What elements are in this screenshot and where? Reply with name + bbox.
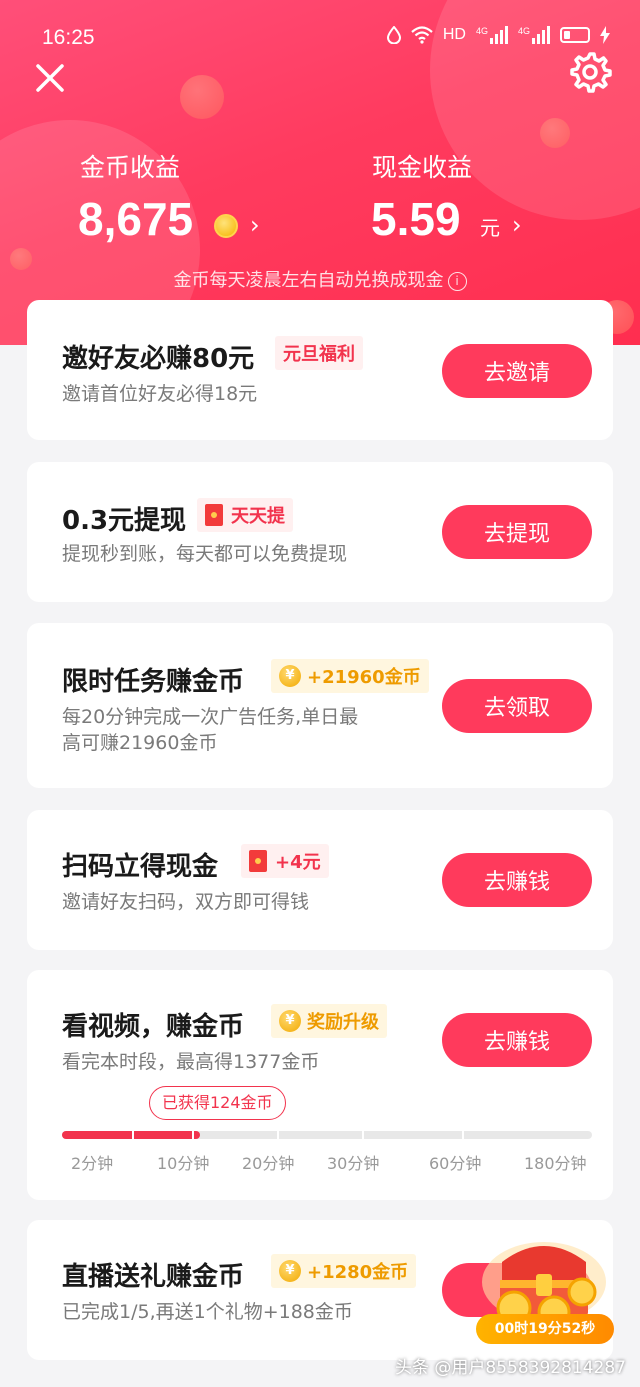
earned-coins-badge: 已获得124金币 xyxy=(149,1086,286,1120)
task-subtitle-line1: 每20分钟完成一次广告任务,单日最 xyxy=(62,706,359,728)
task-card-scan: 扫码立得现金 +4元 邀请好友扫码，双方即可得钱 去赚钱 xyxy=(27,810,613,950)
video-progress-bar xyxy=(62,1131,592,1139)
task-subtitle: 已完成1/5,再送1个礼物+188金币 xyxy=(62,1301,353,1323)
progress-label: 180分钟 xyxy=(524,1154,587,1173)
exchange-note: 金币每天凌晨左右自动兑换成现金 i xyxy=(0,266,640,292)
info-icon[interactable]: i xyxy=(447,271,467,291)
cash-earnings-value[interactable]: 5.59 xyxy=(371,192,461,246)
wifi-icon xyxy=(411,26,433,44)
coin-icon: ¥ xyxy=(279,665,301,687)
gear-icon xyxy=(570,52,612,93)
progress-label: 10分钟 xyxy=(157,1154,210,1173)
task-subtitle: 看完本时段，最高得1377金币 xyxy=(62,1051,320,1073)
coin-icon xyxy=(214,214,238,238)
task-card-withdraw: 0.3元提现 天天提 提现秒到账，每天都可以免费提现 去提现 xyxy=(27,462,613,602)
video-progress-fill xyxy=(62,1131,200,1139)
cash-earnings-label: 现金收益 xyxy=(372,153,473,182)
coin-earnings-value[interactable]: 8,675 xyxy=(78,192,193,246)
task-title: 限时任务赚金币 xyxy=(62,667,245,697)
watch-video-button[interactable]: 去赚钱 xyxy=(442,1013,592,1067)
task-title: 扫码立得现金 xyxy=(62,852,219,882)
task-tag: 天天提 xyxy=(197,498,293,532)
status-icons: HD 4G 4G xyxy=(386,26,610,44)
invite-button[interactable]: 去邀请 xyxy=(442,344,592,398)
chest-countdown: 00时19分52秒 xyxy=(476,1314,614,1344)
red-envelope-icon xyxy=(205,504,223,526)
task-subtitle-line2: 高可赚21960金币 xyxy=(62,732,218,754)
claim-button[interactable]: 去领取 xyxy=(442,679,592,733)
signal-icon: 4G xyxy=(476,26,508,44)
task-card-limited: 限时任务赚金币 ¥ +21960金币 每20分钟完成一次广告任务,单日最 高可赚2… xyxy=(27,623,613,788)
progress-tick xyxy=(277,1131,279,1139)
data-saver-icon xyxy=(386,26,401,44)
progress-label: 30分钟 xyxy=(327,1154,380,1173)
chevron-right-icon[interactable]: › xyxy=(512,211,522,239)
progress-label: 60分钟 xyxy=(429,1154,482,1173)
close-button[interactable] xyxy=(30,58,70,98)
task-title: 邀好友必赚80元 xyxy=(62,344,255,374)
task-tag-label: +4元 xyxy=(275,852,321,873)
red-envelope-icon xyxy=(249,850,267,872)
progress-label: 20分钟 xyxy=(242,1154,295,1173)
progress-tick xyxy=(362,1131,364,1139)
task-tag: 元旦福利 xyxy=(275,336,363,370)
close-icon xyxy=(36,64,64,92)
task-card-invite: 邀好友必赚80元 元旦福利 邀请首位好友必得18元 去邀请 xyxy=(27,300,613,440)
earn-button[interactable]: 去赚钱 xyxy=(442,853,592,907)
charging-icon xyxy=(600,26,610,44)
task-tag: ¥ +1280金币 xyxy=(271,1254,417,1288)
hd-label: HD xyxy=(442,26,466,43)
settings-button[interactable] xyxy=(568,50,612,94)
coin-icon: ¥ xyxy=(279,1010,301,1032)
task-tag: ¥ +21960金币 xyxy=(271,659,429,693)
task-subtitle: 邀请首位好友必得18元 xyxy=(62,383,258,405)
task-tag-label: +1280金币 xyxy=(307,1262,409,1283)
task-tag: +4元 xyxy=(241,844,329,878)
task-subtitle: 邀请好友扫码，双方即可得钱 xyxy=(62,891,310,913)
chevron-right-icon[interactable]: › xyxy=(250,211,260,239)
progress-tick xyxy=(192,1131,194,1139)
task-title: 看视频，赚金币 xyxy=(62,1012,245,1042)
coin-earnings-label: 金币收益 xyxy=(80,153,181,182)
status-time: 16:25 xyxy=(42,26,95,49)
withdraw-button[interactable]: 去提现 xyxy=(442,505,592,559)
progress-tick xyxy=(132,1131,134,1139)
task-tag: ¥ 奖励升级 xyxy=(271,1004,387,1038)
task-card-video: 看视频，赚金币 ¥ 奖励升级 看完本时段，最高得1377金币 去赚钱 已获得124… xyxy=(27,970,613,1200)
task-title: 0.3元提现 xyxy=(62,506,187,536)
progress-label: 2分钟 xyxy=(71,1154,114,1173)
task-tag-label: 天天提 xyxy=(231,506,285,527)
decor-coin xyxy=(540,118,570,148)
coin-icon: ¥ xyxy=(279,1260,301,1282)
status-bar: 16:25 HD 4G 4G xyxy=(0,0,640,70)
decor-coin xyxy=(180,75,224,119)
cash-unit: 元 xyxy=(480,216,500,240)
watermark: 头条 @用户8558392814287 xyxy=(394,1358,626,1378)
progress-tick xyxy=(462,1131,464,1139)
task-tag-label: +21960金币 xyxy=(307,667,421,688)
battery-icon xyxy=(560,27,590,43)
task-tag-label: 元旦福利 xyxy=(283,344,355,365)
task-title: 直播送礼赚金币 xyxy=(62,1262,245,1292)
task-subtitle: 提现秒到账，每天都可以免费提现 xyxy=(62,543,348,565)
signal-icon: 4G xyxy=(518,26,550,44)
exchange-note-text: 金币每天凌晨左右自动兑换成现金 xyxy=(173,270,444,291)
task-tag-label: 奖励升级 xyxy=(307,1012,379,1033)
